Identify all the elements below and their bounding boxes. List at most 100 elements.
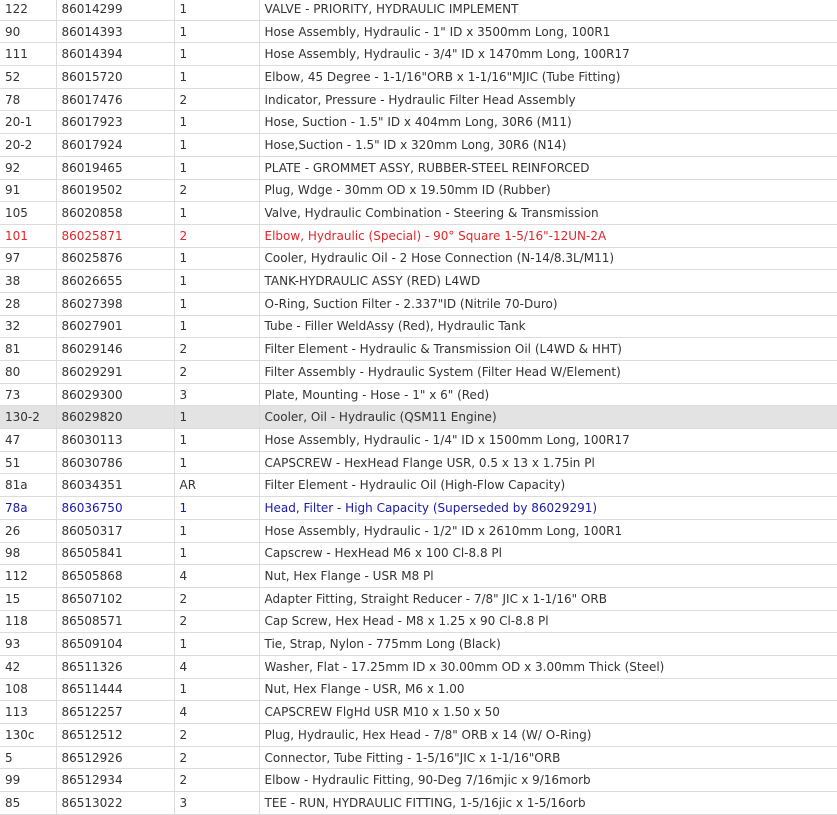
part-number-cell: 86025876 — [56, 247, 175, 271]
ref-number-cell: 73 — [0, 383, 57, 407]
ref-number-cell: 5 — [0, 746, 57, 770]
quantity-cell: 3 — [174, 383, 260, 407]
part-number-cell: 86019465 — [56, 156, 175, 180]
table-row[interactable]: 78a 86036750 1 Head, Filter - High Capacity… — [0, 496, 837, 520]
table-row[interactable]: 42 86511326 4 Washer, Flat - 17.25mm ID x 3… — [0, 655, 837, 679]
ref-number-cell: 52 — [0, 65, 57, 89]
part-number-cell: 86512926 — [56, 746, 175, 770]
description-cell: Cooler, Oil - Hydraulic (QSM11 Engine) — [259, 405, 837, 430]
table-row[interactable]: 105 86020858 1 Valve, Hydraulic Combination… — [0, 201, 837, 225]
part-number-cell: 86027901 — [56, 315, 175, 339]
quantity-cell: 1 — [174, 496, 260, 520]
table-row[interactable]: 130c 86512512 2 Plug, Hydraulic, Hex Head -… — [0, 723, 837, 747]
table-row[interactable]: 47 86030113 1 Hose Assembly, Hydraulic - 1/… — [0, 428, 837, 452]
description-cell: Hose,Suction - 1.5" ID x 320mm Long, 30R… — [259, 133, 837, 157]
description-cell: Hose, Suction - 1.5" ID x 404mm Long, 30… — [259, 110, 837, 135]
table-row[interactable]: 130-2 86029820 1 Cooler, Oil - Hydraulic (Q… — [0, 405, 837, 430]
part-number-cell: 86030786 — [56, 451, 175, 475]
quantity-cell: 2 — [174, 746, 260, 770]
ref-number-cell: 38 — [0, 269, 57, 293]
ref-number-cell: 26 — [0, 519, 57, 543]
part-number-cell: 86017476 — [56, 88, 175, 112]
table-row[interactable]: 112 86505868 4 Nut, Hex Flange - USR M8 Pl — [0, 564, 837, 588]
table-row[interactable]: 20-2 86017924 1 Hose,Suction - 1.5" ID x 32… — [0, 133, 837, 157]
description-cell: CAPSCREW FlgHd USR M10 x 1.50 x 50 — [259, 700, 837, 724]
description-cell: Hose Assembly, Hydraulic - 1/2" ID x 261… — [259, 519, 837, 543]
table-row[interactable]: 28 86027398 1 O-Ring, Suction Filter - 2.33… — [0, 292, 837, 316]
part-number-cell: 86511444 — [56, 678, 175, 702]
table-row[interactable]: 111 86014394 1 Hose Assembly, Hydraulic - 3… — [0, 42, 837, 67]
table-row[interactable]: 92 86019465 1 PLATE - GROMMET ASSY, RUBBER-… — [0, 156, 837, 180]
ref-number-cell: 51 — [0, 451, 57, 475]
quantity-cell: 4 — [174, 564, 260, 588]
ref-number-cell: 99 — [0, 768, 57, 793]
table-row[interactable]: 99 86512934 2 Elbow - Hydraulic Fitting, 90… — [0, 768, 837, 793]
ref-number-cell: 78 — [0, 88, 57, 112]
table-row[interactable]: 78 86017476 2 Indicator, Pressure - Hydraul… — [0, 88, 837, 112]
part-number-cell: 86025871 — [56, 224, 175, 248]
table-row[interactable]: 51 86030786 1 CAPSCREW - HexHead Flange USR… — [0, 451, 837, 475]
table-row[interactable]: 81 86029146 2 Filter Element - Hydraulic & … — [0, 337, 837, 361]
ref-number-cell: 111 — [0, 42, 57, 67]
table-row[interactable]: 20-1 86017923 1 Hose, Suction - 1.5" ID x 4… — [0, 110, 837, 135]
description-cell: Filter Element - Hydraulic & Transmissio… — [259, 337, 837, 361]
table-row[interactable]: 122 86014299 1 VALVE - PRIORITY, HYDRAULIC … — [0, 0, 837, 21]
part-number-cell: 86015720 — [56, 65, 175, 89]
description-cell: Valve, Hydraulic Combination - Steering … — [259, 201, 837, 225]
ref-number-cell: 108 — [0, 678, 57, 702]
ref-number-cell: 42 — [0, 655, 57, 679]
part-number-cell: 86019502 — [56, 179, 175, 203]
table-row[interactable]: 85 86513022 3 TEE - RUN, HYDRAULIC FITTING,… — [0, 791, 837, 815]
table-row[interactable]: 26 86050317 1 Hose Assembly, Hydraulic - 1/… — [0, 519, 837, 543]
table-row[interactable]: 93 86509104 1 Tie, Strap, Nylon - 775mm Lon… — [0, 632, 837, 656]
quantity-cell: 2 — [174, 587, 260, 611]
table-row[interactable]: 52 86015720 1 Elbow, 45 Degree - 1-1/16"ORB… — [0, 65, 837, 89]
description-cell: Washer, Flat - 17.25mm ID x 30.00mm OD x… — [259, 655, 837, 679]
part-number-cell: 86508571 — [56, 610, 175, 634]
ref-number-cell: 20-2 — [0, 133, 57, 157]
description-cell: TEE - RUN, HYDRAULIC FITTING, 1-5/16jic … — [259, 791, 837, 815]
table-row[interactable]: 91 86019502 2 Plug, Wdge - 30mm OD x 19.50m… — [0, 179, 837, 203]
part-number-cell: 86050317 — [56, 519, 175, 543]
description-cell: Elbow, Hydraulic (Special) - 90° Square … — [259, 224, 837, 248]
part-number-cell: 86030113 — [56, 428, 175, 452]
description-cell: Head, Filter - High Capacity (Superseded… — [259, 496, 837, 520]
table-row[interactable]: 80 86029291 2 Filter Assembly - Hydraulic S… — [0, 360, 837, 384]
table-row[interactable]: 5 86512926 2 Connector, Tube Fitting - 1-5/… — [0, 746, 837, 770]
table-row[interactable]: 73 86029300 3 Plate, Mounting - Hose - 1" x… — [0, 383, 837, 407]
table-row[interactable]: 101 86025871 2 Elbow, Hydraulic (Special) -… — [0, 224, 837, 248]
part-number-cell: 86034351 — [56, 473, 175, 498]
description-cell: Elbow - Hydraulic Fitting, 90-Deg 7/16mj… — [259, 768, 837, 793]
table-row[interactable]: 38 86026655 1 TANK-HYDRAULIC ASSY (RED) L4W… — [0, 269, 837, 293]
description-cell: VALVE - PRIORITY, HYDRAULIC IMPLEMENT — [259, 0, 837, 21]
quantity-cell: 2 — [174, 723, 260, 747]
ref-number-cell: 81a — [0, 473, 57, 498]
ref-number-cell: 32 — [0, 315, 57, 339]
description-cell: Hose Assembly, Hydraulic - 1" ID x 3500m… — [259, 20, 837, 44]
description-cell: Indicator, Pressure - Hydraulic Filter H… — [259, 88, 837, 112]
part-number-cell: 86029146 — [56, 337, 175, 361]
table-row[interactable]: 113 86512257 4 CAPSCREW FlgHd USR M10 x 1.5… — [0, 700, 837, 724]
description-cell: Connector, Tube Fitting - 1-5/16"JIC x 1… — [259, 746, 837, 770]
table-row[interactable]: 15 86507102 2 Adapter Fitting, Straight Red… — [0, 587, 837, 611]
table-row[interactable]: 90 86014393 1 Hose Assembly, Hydraulic - 1"… — [0, 20, 837, 44]
description-cell: Plug, Wdge - 30mm OD x 19.50mm ID (Rubbe… — [259, 179, 837, 203]
table-row[interactable]: 98 86505841 1 Capscrew - HexHead M6 x 100 C… — [0, 542, 837, 566]
table-row[interactable]: 118 86508571 2 Cap Screw, Hex Head - M8 x 1… — [0, 610, 837, 634]
quantity-cell: 3 — [174, 791, 260, 815]
table-row[interactable]: 32 86027901 1 Tube - Filler WeldAssy (Red),… — [0, 315, 837, 339]
quantity-cell: 1 — [174, 0, 260, 21]
description-cell: TANK-HYDRAULIC ASSY (RED) L4WD — [259, 269, 837, 293]
quantity-cell: 1 — [174, 42, 260, 67]
table-row[interactable]: 108 86511444 1 Nut, Hex Flange - USR, M6 x … — [0, 678, 837, 702]
description-cell: Hose Assembly, Hydraulic - 1/4" ID x 150… — [259, 428, 837, 452]
table-row[interactable]: 97 86025876 1 Cooler, Hydraulic Oil - 2 Hos… — [0, 247, 837, 271]
ref-number-cell: 112 — [0, 564, 57, 588]
description-cell: Tube - Filler WeldAssy (Red), Hydraulic … — [259, 315, 837, 339]
table-row[interactable]: 81a 86034351 AR Filter Element - Hydraulic … — [0, 473, 837, 498]
quantity-cell: 1 — [174, 156, 260, 180]
part-number-cell: 86512257 — [56, 700, 175, 724]
description-cell: Nut, Hex Flange - USR M8 Pl — [259, 564, 837, 588]
part-number-cell: 86029820 — [56, 405, 175, 430]
ref-number-cell: 93 — [0, 632, 57, 656]
